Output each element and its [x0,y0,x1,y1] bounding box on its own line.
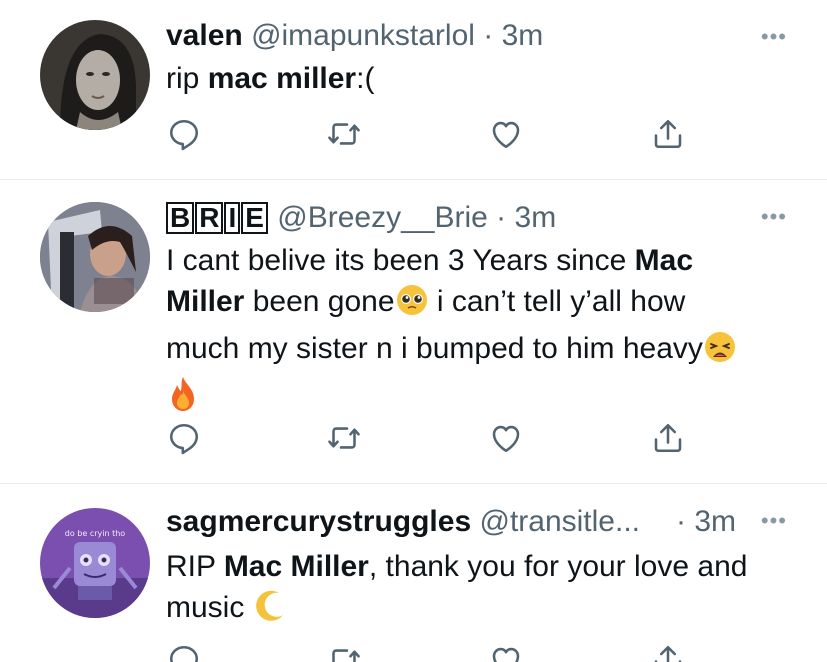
user-handle[interactable]: @imapunkstarlol [251,19,475,52]
separator-dot: · [483,19,494,52]
name-letter: I [224,202,241,234]
tweet-text-bold: mac miller [207,62,357,95]
retweet-icon[interactable] [326,642,362,662]
tweet-header: sagmercurystruggles @transitle... [166,504,640,540]
display-name[interactable]: valen [166,19,243,52]
timestamp-group: · 3m [676,504,736,540]
tweet[interactable]: valen @imapunkstarlol · 3m ••• rip mac m… [0,0,827,178]
separator-dot: · [496,201,507,234]
share-icon[interactable] [650,420,686,456]
tweet-line: Miller been gone i can’t tell y’all how [166,281,737,328]
more-options-icon[interactable]: ••• [761,204,787,230]
name-letter: R [195,202,224,234]
tweet-line: much my sister n i bumped to him heavy [166,328,737,375]
fire-icon [166,375,200,424]
tweet-line [166,375,737,424]
retweet-icon[interactable] [326,420,362,456]
avatar[interactable]: do be cryin tho [40,508,150,618]
tweet-text-bold: Miller [166,285,245,318]
more-options-icon[interactable]: ••• [761,24,787,50]
timestamp[interactable]: 3m [694,505,736,538]
timestamp[interactable]: 3m [502,19,544,52]
tweet-header: valen @imapunkstarlol · 3m [166,18,543,54]
tweet-line: music [166,587,747,634]
tweet[interactable]: do be cryin tho sagmercurystruggles @tra… [0,484,827,662]
name-letter: E [241,202,268,234]
reply-icon[interactable] [166,116,202,152]
like-icon[interactable] [488,420,524,456]
avatar[interactable] [40,20,150,130]
tweet-text-part: been gone [244,285,395,318]
weary-face-icon [703,330,737,375]
display-name[interactable]: BRIE [166,201,269,234]
tweet-text-part: music [166,591,245,624]
timeline-feed: valen @imapunkstarlol · 3m ••• rip mac m… [0,0,827,662]
tweet-text-bold: Mac Miller [223,550,369,583]
timestamp[interactable]: 3m [515,201,557,234]
tweet-text: RIP Mac Miller, thank you for your love … [166,546,747,634]
like-icon[interactable] [488,116,524,152]
tweet-text-part: I cant belive its been 3 Years since [166,244,635,277]
tweet-actions [166,116,726,156]
tweet-text-bold: Mac [634,244,693,277]
user-handle[interactable]: @transitle... [479,505,640,538]
tweet-text-part: :( [356,62,375,95]
crescent-moon-icon [253,589,287,634]
tweet-header: BRIE @Breezy__Brie · 3m [166,200,556,236]
separator-dot: · [676,505,686,538]
tweet-line: RIP Mac Miller, thank you for your love … [166,546,747,587]
tweet-actions [166,420,726,460]
tweet-text: rip mac miller:( [166,58,374,99]
more-options-icon[interactable]: ••• [761,508,787,534]
tweet-actions [166,642,726,662]
tweet-text-part: RIP [166,550,224,583]
reply-icon[interactable] [166,420,202,456]
reply-icon[interactable] [166,642,202,662]
retweet-icon[interactable] [326,116,362,152]
name-letter: B [166,202,195,234]
user-handle[interactable]: @Breezy__Brie [277,201,488,234]
tweet-text-part: rip [166,62,208,95]
tweet-line: I cant belive its been 3 Years since Mac [166,240,737,281]
like-icon[interactable] [488,642,524,662]
tweet-text-part: i can’t tell y’all how [428,285,686,318]
share-icon[interactable] [650,642,686,662]
share-icon[interactable] [650,116,686,152]
display-name[interactable]: sagmercurystruggles [166,505,471,538]
tweet-text-part: much my sister n i bumped to him heavy [166,332,703,365]
pleading-face-icon [395,283,429,328]
tweet[interactable]: BRIE @Breezy__Brie · 3m ••• I cant beliv… [0,180,827,482]
tweet-text-part: , thank you for your love and [368,550,748,583]
avatar-caption: do be cryin tho [65,529,126,538]
tweet-text: I cant belive its been 3 Years since Mac… [166,240,737,424]
avatar[interactable] [40,202,150,312]
